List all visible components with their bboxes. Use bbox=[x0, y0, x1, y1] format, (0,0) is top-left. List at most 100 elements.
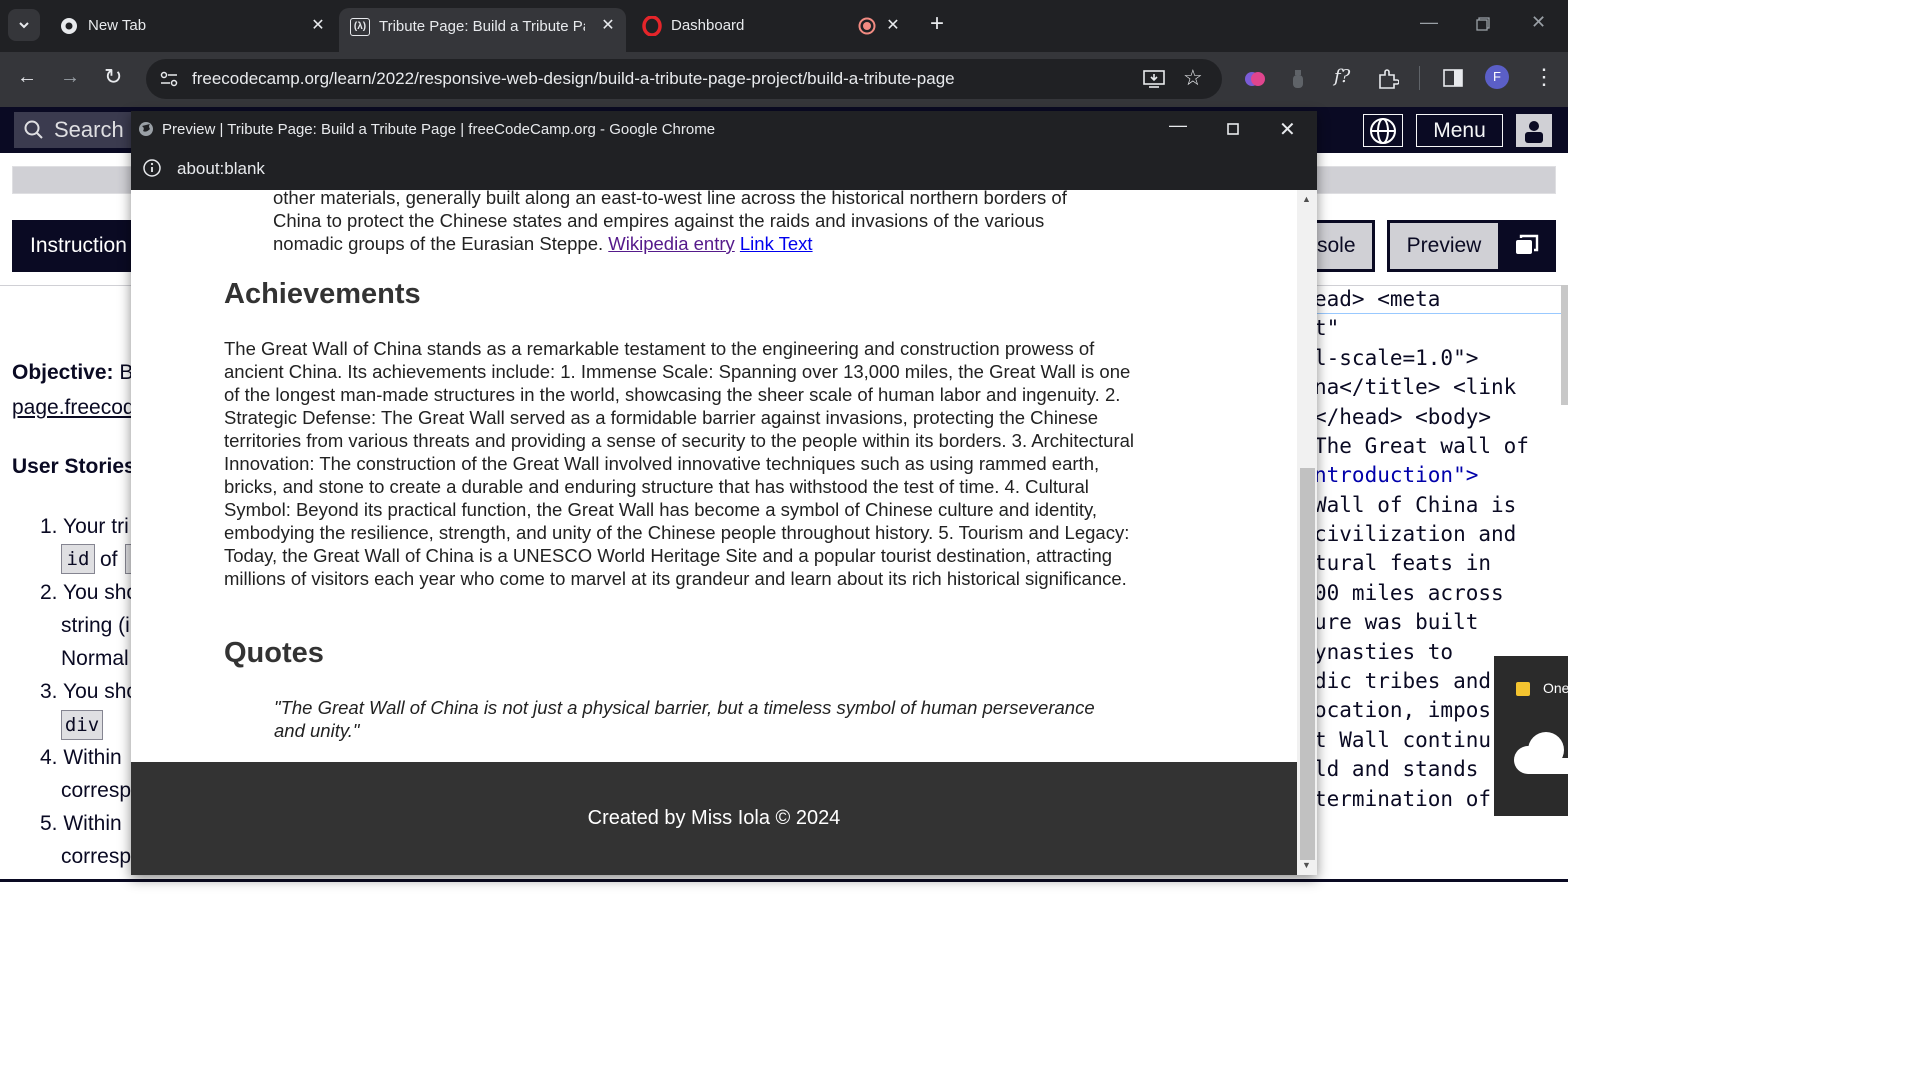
wikipedia-link[interactable]: Wikipedia entry bbox=[608, 233, 734, 254]
tab-search-button[interactable] bbox=[8, 9, 40, 41]
scrollbar-thumb[interactable] bbox=[1300, 468, 1315, 860]
extension-brain-icon[interactable] bbox=[1244, 68, 1266, 90]
editor-scrollbar[interactable] bbox=[1561, 285, 1568, 405]
side-panel-icon[interactable] bbox=[1443, 69, 1463, 87]
tab-title: Tribute Page: Build a Tribute Page bbox=[379, 18, 585, 35]
code-line: dic tribes and bbox=[1314, 669, 1492, 693]
minimize-icon[interactable]: — bbox=[1169, 115, 1187, 136]
language-button[interactable] bbox=[1363, 114, 1403, 147]
code-line: t" bbox=[1314, 316, 1340, 340]
footer-text: Created by Miss Iola © 2024 bbox=[587, 807, 841, 829]
story-cont: corresp bbox=[61, 845, 132, 868]
formula-extension-icon[interactable]: f? bbox=[1334, 66, 1350, 87]
code-line: ure was built bbox=[1314, 610, 1479, 634]
popup-scrollbar[interactable]: ▲ ▼ bbox=[1297, 190, 1317, 875]
forward-arrow-icon[interactable]: → bbox=[60, 66, 80, 89]
achievements-heading: Achievements bbox=[224, 278, 421, 310]
onedrive-label: One bbox=[1543, 680, 1570, 696]
user-stories-heading: User Stories bbox=[12, 455, 136, 478]
freecodecamp-favicon-icon: (λ) bbox=[350, 18, 370, 36]
maximize-icon[interactable] bbox=[1227, 123, 1239, 135]
reload-icon[interactable]: ↻ bbox=[104, 64, 122, 90]
recording-icon bbox=[858, 17, 876, 35]
popout-icon bbox=[1516, 234, 1539, 254]
address-bar[interactable]: freecodecamp.org/learn/2022/responsive-w… bbox=[146, 59, 1222, 99]
achievements-line: ancient China. Its achievements include:… bbox=[224, 361, 1131, 382]
profile-avatar[interactable]: F bbox=[1485, 65, 1509, 89]
achievements-line: Strategic Defense: The Great Wall served… bbox=[224, 407, 1099, 428]
opera-icon bbox=[642, 16, 662, 36]
tribute-page-content: other materials, generally built along a… bbox=[131, 190, 1297, 875]
achievements-line: bricks, and stone to create a durable an… bbox=[224, 476, 1089, 497]
code-chip: div bbox=[61, 710, 103, 740]
code-chip: id bbox=[61, 544, 95, 574]
code-line: ld and stands bbox=[1314, 757, 1479, 781]
preview-popup-window[interactable]: Preview | Tribute Page: Build a Tribute … bbox=[131, 111, 1317, 875]
onedrive-popup[interactable]: One bbox=[1494, 656, 1570, 816]
kebab-menu-icon[interactable]: ⋮ bbox=[1533, 62, 1555, 92]
story-item: 5. Within bbox=[40, 812, 122, 835]
code-line: l-scale=1.0"> bbox=[1314, 346, 1479, 370]
bookmark-star-icon[interactable]: ☆ bbox=[1183, 65, 1203, 91]
popup-address-bar: about:blank bbox=[131, 147, 1317, 190]
objective-link[interactable]: page.freecod bbox=[12, 391, 135, 424]
user-avatar[interactable] bbox=[1516, 114, 1552, 147]
tab-title: Dashboard bbox=[671, 17, 745, 34]
story-cont: string (i bbox=[61, 614, 130, 637]
scroll-down-arrow-icon[interactable]: ▼ bbox=[1302, 860, 1311, 870]
globe-icon bbox=[1370, 117, 1396, 144]
tab-new-tab[interactable]: New Tab ✕ bbox=[48, 8, 336, 44]
code-line: Wall of China is bbox=[1314, 493, 1517, 517]
achievements-line: The Great Wall of China stands as a rema… bbox=[224, 338, 1095, 359]
close-tab-icon[interactable]: ✕ bbox=[598, 16, 618, 36]
page-footer: Created by Miss Iola © 2024 bbox=[131, 762, 1297, 875]
chrome-icon bbox=[61, 18, 77, 34]
tab-dashboard[interactable]: Dashboard ✕ bbox=[630, 8, 917, 44]
menu-button[interactable]: Menu bbox=[1416, 114, 1503, 147]
info-icon[interactable] bbox=[143, 159, 161, 177]
close-tab-icon[interactable]: ✕ bbox=[308, 16, 328, 36]
preview-tab[interactable]: Preview bbox=[1387, 220, 1501, 272]
instructions-tab[interactable]: Instruction bbox=[12, 220, 142, 272]
tab-strip: New Tab ✕ (λ) Tribute Page: Build a Trib… bbox=[0, 0, 1568, 52]
intro-line: other materials, generally built along a… bbox=[273, 190, 1067, 208]
tab-tribute-page[interactable]: (λ) Tribute Page: Build a Tribute Page ✕ bbox=[339, 8, 626, 52]
extensions-puzzle-icon[interactable] bbox=[1377, 68, 1399, 90]
new-tab-plus-icon[interactable]: + bbox=[930, 12, 944, 36]
code-line: na</title> <link bbox=[1314, 375, 1517, 399]
code-line: t Wall continu bbox=[1314, 728, 1492, 752]
link-text-link[interactable]: Link Text bbox=[740, 233, 813, 254]
avatar-icon bbox=[1525, 120, 1543, 143]
story-item: 1. Your tri bbox=[40, 515, 129, 538]
extension-bottle-icon[interactable] bbox=[1291, 69, 1305, 89]
story-item: 2. You sho bbox=[40, 581, 139, 604]
code-line: ocation, impos bbox=[1314, 698, 1492, 722]
restore-icon[interactable] bbox=[1476, 17, 1490, 31]
browser-toolbar: ← → ↻ freecodecamp.org/learn/2022/respon… bbox=[0, 52, 1568, 107]
install-app-icon[interactable] bbox=[1143, 69, 1165, 89]
scroll-up-arrow-icon[interactable]: ▲ bbox=[1302, 194, 1311, 204]
back-arrow-icon[interactable]: ← bbox=[17, 66, 37, 89]
story-item: 4. Within bbox=[40, 746, 122, 769]
close-window-icon[interactable]: ✕ bbox=[1531, 12, 1546, 33]
achievements-line: millions of visitors each year who come … bbox=[224, 568, 1127, 589]
cloud-icon bbox=[1514, 732, 1568, 774]
fcc-search-bar[interactable]: Search bbox=[14, 112, 134, 148]
intro-line: China to protect the Chinese states and … bbox=[273, 210, 1045, 231]
site-settings-icon[interactable] bbox=[160, 71, 178, 87]
search-icon bbox=[24, 120, 43, 139]
minimize-icon[interactable]: — bbox=[1420, 12, 1438, 33]
folder-icon bbox=[1516, 682, 1530, 696]
code-line: ntroduction"> bbox=[1314, 463, 1479, 487]
editor-highlight-line bbox=[1314, 313, 1568, 314]
popup-title-bar[interactable]: Preview | Tribute Page: Build a Tribute … bbox=[131, 111, 1317, 147]
objective-label: Objective: bbox=[12, 361, 114, 384]
close-tab-icon[interactable]: ✕ bbox=[883, 16, 903, 36]
code-line: </head> <body> bbox=[1314, 405, 1492, 429]
toolbar-divider bbox=[1419, 66, 1420, 90]
popout-preview-button[interactable] bbox=[1500, 220, 1556, 272]
chevron-down-icon bbox=[19, 22, 29, 29]
close-window-icon[interactable]: ✕ bbox=[1279, 117, 1296, 142]
url-text: freecodecamp.org/learn/2022/responsive-w… bbox=[192, 69, 955, 88]
code-line: ead> <meta bbox=[1314, 287, 1441, 311]
